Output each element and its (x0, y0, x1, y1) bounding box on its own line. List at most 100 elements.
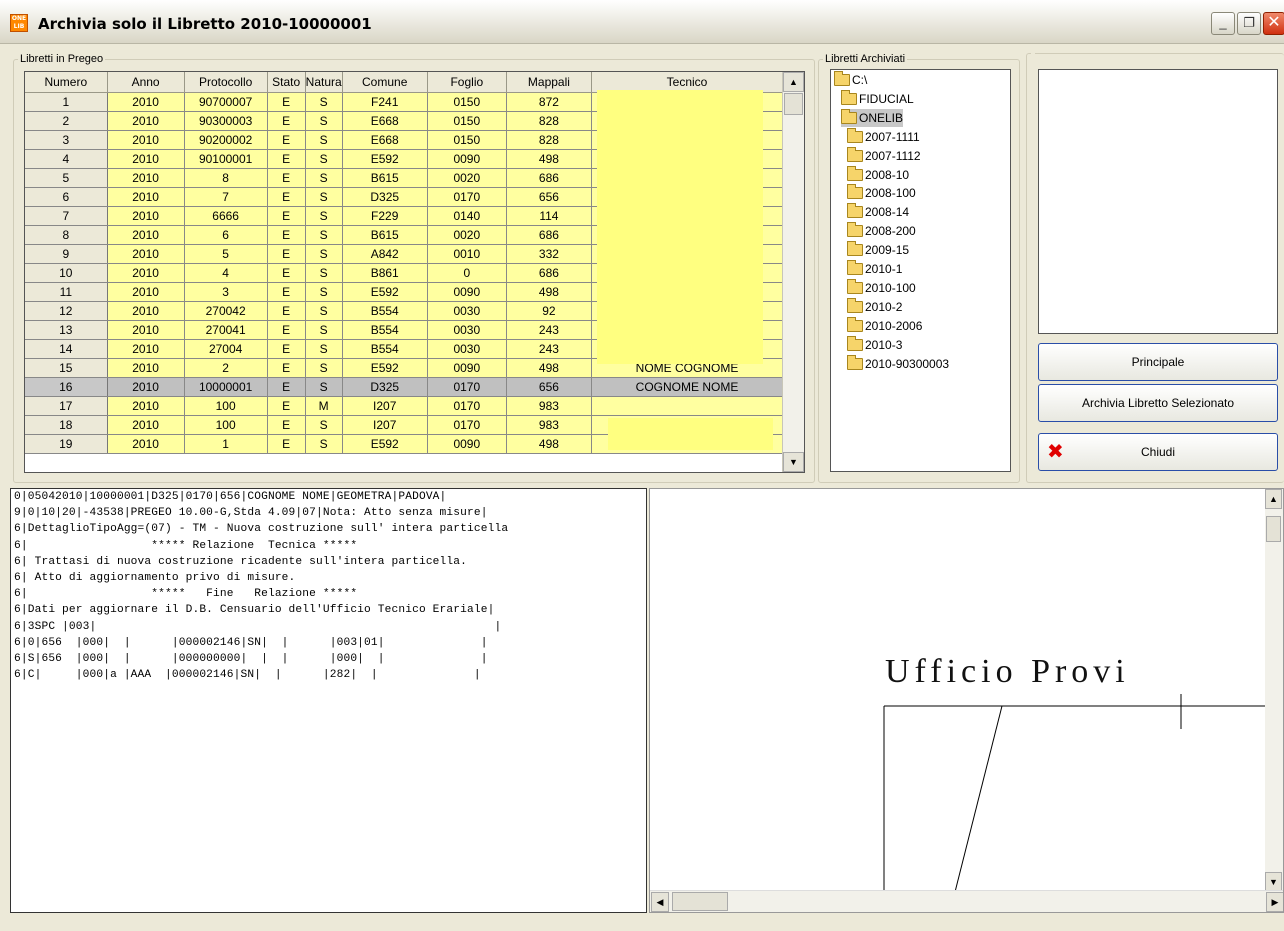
cell-numero[interactable]: 1 (25, 92, 108, 112)
cell-anno[interactable]: 2010 (107, 244, 185, 264)
cell-numero[interactable]: 11 (25, 282, 108, 302)
cell-numero[interactable]: 4 (25, 149, 108, 169)
cell-mappali[interactable]: 243 (506, 320, 593, 340)
scroll-right-icon[interactable]: ▶ (1266, 892, 1283, 912)
cell-protocollo[interactable]: 7 (184, 187, 268, 207)
table-row[interactable]: 16 2010 10000001 E S D325 0170 656 COGNOME NOME (25, 377, 783, 397)
cell-natura[interactable]: S (305, 111, 343, 131)
cell-foglio[interactable]: 0170 (427, 377, 507, 397)
cell-stato[interactable]: E (267, 92, 306, 112)
cell-mappali[interactable]: 686 (506, 168, 593, 188)
cell-protocollo[interactable]: 2 (184, 358, 268, 378)
tree-item[interactable]: 2010-100 (847, 278, 916, 297)
cell-foglio[interactable]: 0090 (427, 149, 507, 169)
cell-anno[interactable]: 2010 (107, 282, 185, 302)
cell-protocollo[interactable]: 100 (184, 415, 268, 435)
tree-item[interactable]: 2008-100 (847, 184, 916, 202)
cell-stato[interactable]: E (267, 282, 306, 302)
col-header-tecnico[interactable]: Tecnico (591, 72, 783, 93)
cell-mappali[interactable]: 114 (506, 206, 593, 226)
cell-comune[interactable]: E592 (342, 358, 428, 378)
cell-comune[interactable]: B554 (342, 320, 428, 340)
cell-natura[interactable]: S (305, 434, 343, 454)
cell-natura[interactable]: S (305, 282, 343, 302)
scroll-up-icon[interactable]: ▲ (783, 72, 804, 92)
cell-stato[interactable]: E (267, 339, 306, 359)
drawing-hscroll-thumb[interactable] (672, 892, 728, 911)
cell-stato[interactable]: E (267, 187, 306, 207)
tree-item[interactable]: 2009-15 (847, 241, 909, 259)
cell-stato[interactable]: E (267, 320, 306, 340)
cell-anno[interactable]: 2010 (107, 339, 185, 359)
cell-anno[interactable]: 2010 (107, 149, 185, 169)
cell-mappali[interactable]: 243 (506, 339, 593, 359)
cell-foglio[interactable]: 0030 (427, 301, 507, 321)
cell-natura[interactable]: S (305, 187, 343, 207)
cell-protocollo[interactable]: 90300003 (184, 111, 268, 131)
cell-natura[interactable]: S (305, 320, 343, 340)
cell-anno[interactable]: 2010 (107, 301, 185, 321)
cell-foglio[interactable]: 0090 (427, 358, 507, 378)
cell-foglio[interactable]: 0090 (427, 282, 507, 302)
cell-natura[interactable]: S (305, 415, 343, 435)
tree-item[interactable]: 2008-10 (847, 165, 909, 184)
cell-protocollo[interactable]: 3 (184, 282, 268, 302)
cell-protocollo[interactable]: 1 (184, 434, 268, 454)
cell-numero[interactable]: 2 (25, 111, 108, 131)
col-header-anno[interactable]: Anno (107, 72, 185, 93)
cell-mappali[interactable]: 498 (506, 434, 593, 454)
cell-stato[interactable]: E (267, 434, 306, 454)
cell-natura[interactable]: S (305, 130, 343, 150)
cell-comune[interactable]: E592 (342, 434, 428, 454)
tree-item[interactable]: 2008-200 (847, 222, 916, 240)
cell-protocollo[interactable]: 90100001 (184, 149, 268, 169)
restore-button[interactable]: ❐ (1237, 12, 1261, 35)
cell-mappali[interactable]: 498 (506, 282, 593, 302)
cell-stato[interactable]: E (267, 396, 306, 416)
cell-foglio[interactable]: 0170 (427, 415, 507, 435)
libretti-grid[interactable]: Numero Anno Protocollo Stato Natura Comu… (24, 71, 805, 473)
cell-numero[interactable]: 13 (25, 320, 108, 340)
col-header-stato[interactable]: Stato (267, 72, 306, 93)
cell-comune[interactable]: D325 (342, 187, 428, 207)
cell-numero[interactable]: 17 (25, 396, 108, 416)
cell-foglio[interactable]: 0020 (427, 168, 507, 188)
cell-natura[interactable]: S (305, 206, 343, 226)
cell-natura[interactable]: S (305, 149, 343, 169)
cell-anno[interactable]: 2010 (107, 187, 185, 207)
cell-mappali[interactable]: 872 (506, 92, 593, 112)
cell-comune[interactable]: E668 (342, 130, 428, 150)
cell-natura[interactable]: S (305, 301, 343, 321)
cell-numero[interactable]: 8 (25, 225, 108, 245)
cell-stato[interactable]: E (267, 377, 306, 397)
drawing-vscroll-thumb[interactable] (1266, 516, 1281, 542)
tree-item[interactable]: 2007-1112 (847, 146, 921, 165)
cell-comune[interactable]: B861 (342, 263, 428, 283)
cell-foglio[interactable]: 0150 (427, 130, 507, 150)
cell-anno[interactable]: 2010 (107, 320, 185, 340)
cell-natura[interactable]: S (305, 339, 343, 359)
cell-anno[interactable]: 2010 (107, 263, 185, 283)
cell-mappali[interactable]: 828 (506, 111, 593, 131)
cell-natura[interactable]: S (305, 225, 343, 245)
cell-protocollo[interactable]: 270041 (184, 320, 268, 340)
col-header-natura[interactable]: Natura (305, 72, 343, 93)
cell-foglio[interactable]: 0170 (427, 396, 507, 416)
cell-protocollo[interactable]: 100 (184, 396, 268, 416)
cell-anno[interactable]: 2010 (107, 225, 185, 245)
grid-vertical-scrollbar[interactable]: ▲ ▼ (782, 72, 804, 472)
cell-foglio[interactable]: 0 (427, 263, 507, 283)
cell-anno[interactable]: 2010 (107, 92, 185, 112)
cell-mappali[interactable]: 656 (506, 377, 593, 397)
cell-numero[interactable]: 10 (25, 263, 108, 283)
chiudi-button[interactable]: ✖ Chiudi (1038, 433, 1278, 471)
cell-stato[interactable]: E (267, 244, 306, 264)
principale-button[interactable]: Principale (1038, 343, 1278, 381)
col-header-foglio[interactable]: Foglio (427, 72, 507, 93)
cell-stato[interactable]: E (267, 149, 306, 169)
cell-protocollo[interactable]: 6666 (184, 206, 268, 226)
cell-mappali[interactable]: 686 (506, 263, 593, 283)
cell-stato[interactable]: E (267, 168, 306, 188)
cell-comune[interactable]: D325 (342, 377, 428, 397)
cell-natura[interactable]: S (305, 263, 343, 283)
